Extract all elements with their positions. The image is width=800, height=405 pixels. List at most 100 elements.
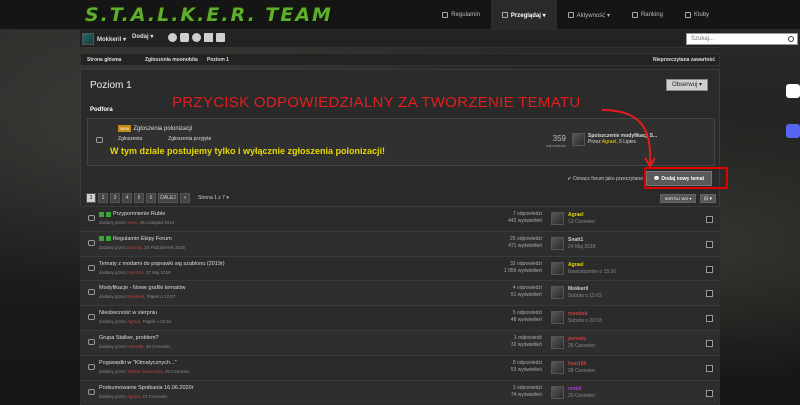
actions-bar: ✔ Oznacz forum jako przeczytane 💬 Dodaj … bbox=[81, 171, 721, 187]
discord-icon[interactable] bbox=[786, 124, 800, 138]
topic-icon bbox=[88, 264, 95, 271]
last-post[interactable]: Mokkeril Sobota o 15:02 bbox=[568, 286, 602, 300]
topic-title[interactable]: Tematy z modami do poprawki wg szablonu … bbox=[99, 261, 225, 267]
topic-author[interactable]: pornaly bbox=[127, 245, 141, 250]
topic-row[interactable]: Regulamin Ekipy Forum dodany przez pornal… bbox=[80, 230, 720, 256]
avatar[interactable] bbox=[551, 311, 564, 325]
page-5[interactable]: 5 bbox=[134, 193, 144, 203]
topic-row[interactable]: Przypomnienie Ruble dodany przez Aven, 25… bbox=[80, 206, 720, 231]
topic-meta: dodany przez pornaly, 23 Październik 201… bbox=[99, 244, 186, 250]
last-post[interactable]: Snatt1 24 Maj 2018 bbox=[568, 237, 596, 251]
topic-title[interactable]: Przypomnienie Ruble bbox=[99, 211, 165, 217]
topic-meta: dodany przez Ivan186, 26 Czerwiec bbox=[99, 343, 171, 349]
last-post[interactable]: pornaly 26 Czerwiec bbox=[568, 336, 596, 350]
user-menu[interactable]: Mokkeril ▾ bbox=[82, 33, 126, 45]
image-icon[interactable] bbox=[216, 33, 225, 42]
sublink-przyjete[interactable]: Zgłoszenia przyjęte bbox=[168, 136, 211, 142]
avatar[interactable] bbox=[551, 335, 564, 349]
nav-regulamin[interactable]: Regulamin bbox=[431, 0, 491, 30]
last-post[interactable]: moobob Sobota o 20:03 bbox=[568, 311, 602, 325]
topic-title[interactable]: Nieobecność w sierpniu bbox=[99, 310, 157, 316]
avatar[interactable] bbox=[551, 385, 564, 399]
topic-checkbox[interactable] bbox=[706, 315, 713, 323]
topic-author[interactable]: Aven bbox=[127, 220, 137, 225]
topic-checkbox[interactable] bbox=[706, 290, 713, 298]
page-2[interactable]: 2 bbox=[98, 193, 108, 203]
search-icon[interactable] bbox=[788, 36, 794, 42]
topic-author[interactable]: Ivan186 bbox=[127, 270, 143, 275]
page-4[interactable]: 4 bbox=[122, 193, 132, 203]
topic-icon bbox=[88, 289, 95, 296]
last-page-button[interactable]: » bbox=[180, 193, 190, 203]
last-post[interactable]: mobil 20 Czerwiec bbox=[568, 386, 596, 400]
topic-checkbox[interactable] bbox=[706, 364, 713, 372]
notifications-icon[interactable] bbox=[168, 33, 177, 42]
breadcrumb-home[interactable]: Strona główna bbox=[87, 57, 121, 63]
topic-row[interactable]: Nieobecność w sierpniu dodany przez Agrae… bbox=[80, 305, 720, 330]
forum-icon bbox=[96, 137, 103, 143]
page-1[interactable]: 1 bbox=[86, 193, 96, 203]
avatar[interactable] bbox=[572, 133, 585, 146]
avatar[interactable] bbox=[551, 212, 564, 225]
search-input[interactable]: Szukaj... bbox=[686, 33, 798, 45]
page-jump-select[interactable]: Strona 1 z 7 ▾ bbox=[198, 193, 229, 203]
observe-button[interactable]: Obserwuj ▾ bbox=[666, 79, 708, 91]
locked-icon bbox=[106, 236, 111, 242]
topic-row[interactable]: Podsumowanie Spotkania 16.06.2020r dodany… bbox=[80, 379, 720, 405]
topic-checkbox[interactable] bbox=[706, 240, 713, 248]
next-page-button[interactable]: DALEJ bbox=[158, 193, 178, 203]
side-widget-icon[interactable] bbox=[786, 84, 800, 98]
topic-author[interactable]: Agrael bbox=[127, 394, 140, 399]
topic-title[interactable]: Regulamin Ekipy Forum bbox=[99, 236, 172, 242]
pinned-icon bbox=[99, 211, 104, 217]
page-3[interactable]: 3 bbox=[110, 193, 120, 203]
breadcrumb-section[interactable]: Zgłoszenia moonobita bbox=[145, 57, 198, 63]
avatar[interactable] bbox=[551, 236, 564, 250]
nav-kluby[interactable]: Kluby bbox=[674, 0, 720, 30]
breadcrumb-current[interactable]: Poziom 1 bbox=[207, 57, 229, 63]
mark-read-link[interactable]: ✔ Oznacz forum jako przeczytane bbox=[567, 176, 643, 182]
topic-title[interactable]: Pogawędki w "Klimatycznych..." bbox=[99, 360, 177, 366]
last-post[interactable]: Ivan186 28 Czerwiec bbox=[568, 361, 596, 375]
subforum-title[interactable]: NEW Zgłoszenia polonizacji bbox=[118, 125, 192, 132]
avatar[interactable] bbox=[551, 261, 564, 275]
locked-icon bbox=[106, 211, 111, 217]
topic-title[interactable]: Grupa Stalker, problem? bbox=[99, 335, 159, 341]
messages-icon[interactable] bbox=[180, 33, 189, 42]
topic-checkbox[interactable] bbox=[706, 216, 713, 223]
topic-stats: 3 odpowiedzi 74 wyświetleń bbox=[510, 384, 542, 398]
topic-title[interactable]: Modyfikacje - Nowe grafiki tematów bbox=[99, 285, 186, 291]
unread-content-link[interactable]: Nieprzeczytana zawartość bbox=[653, 57, 715, 63]
page-6[interactable]: 6 bbox=[146, 193, 156, 203]
site-logo[interactable]: S.T.A.L.K.E.R. TEAM bbox=[85, 4, 333, 26]
topic-row[interactable]: Grupa Stalker, problem? dodany przez Ivan… bbox=[80, 329, 720, 355]
topic-author[interactable]: Agrael bbox=[127, 319, 140, 324]
topic-checkbox[interactable] bbox=[706, 265, 713, 273]
topic-checkbox[interactable] bbox=[706, 339, 713, 347]
topic-author[interactable]: Ivan186 bbox=[127, 344, 143, 349]
avatar[interactable] bbox=[551, 360, 564, 374]
add-button[interactable]: Dodaj ▾ bbox=[132, 33, 153, 40]
sort-button[interactable]: SORTUJ WG ▾ bbox=[660, 194, 696, 203]
topic-row[interactable]: Modyfikacje - Nowe grafiki tematów dodany… bbox=[80, 280, 720, 306]
topic-row[interactable]: Pogawędki w "Klimatycznych..." dodany prz… bbox=[80, 354, 720, 380]
topic-title[interactable]: Podsumowanie Spotkania 16.06.2020r bbox=[99, 385, 193, 391]
sublink-zgloszenia[interactable]: Zgłoszenia bbox=[118, 136, 142, 142]
warning-icon[interactable] bbox=[204, 33, 213, 42]
subforums-heading: Podfora bbox=[90, 107, 113, 113]
last-post[interactable]: Agrael Nowodzonów o 15:16 bbox=[568, 262, 616, 276]
activity-icon bbox=[567, 12, 574, 18]
topic-author[interactable]: Mokkeril bbox=[127, 294, 144, 299]
last-post[interactable]: Agrael 13 Czerwiec bbox=[568, 212, 596, 226]
breadcrumb: Strona główna Zgłoszenia moonobita Pozio… bbox=[80, 53, 720, 66]
nav-przegladaj[interactable]: Przeglądaj ▾ bbox=[490, 0, 557, 30]
user-bar: Mokkeril ▾ Dodaj ▾ Szukaj... bbox=[80, 30, 798, 48]
topic-checkbox[interactable] bbox=[706, 389, 713, 397]
avatar[interactable] bbox=[551, 286, 564, 300]
nav-aktywnosc[interactable]: Aktywność ▾ bbox=[557, 0, 621, 30]
topic-author[interactable]: Stefan Gawenicki bbox=[127, 369, 162, 374]
topic-row[interactable]: Tematy z modami do poprawki wg szablonu … bbox=[80, 255, 720, 281]
filter-button[interactable]: ⊡ ▾ bbox=[700, 194, 716, 203]
nav-ranking[interactable]: Ranking bbox=[621, 0, 674, 30]
user-icon[interactable] bbox=[192, 33, 201, 42]
